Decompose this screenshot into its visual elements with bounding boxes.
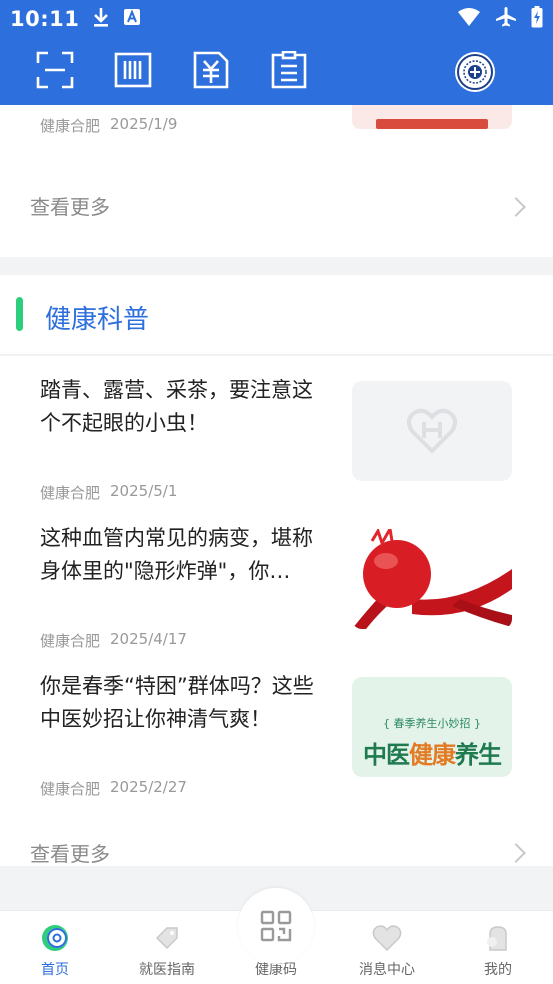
clipboard-icon [270,50,308,93]
news-card-tail: 健康合肥 2025/1/9 查看更多 [0,105,553,257]
article-list: 踏青、露营、采茶，要注意这个不起眼的小虫！ 健康合肥 2025/5/1 这种血管… [0,356,553,866]
article-date: 2025/2/27 [110,778,187,796]
prev-article-meta: 健康合肥 2025/1/9 [40,115,177,136]
article-date: 2025/1/9 [110,115,178,133]
list-item[interactable]: 踏青、露营、采茶，要注意这个不起眼的小虫！ 健康合肥 2025/5/1 [0,374,553,522]
artery-illustration [352,529,512,629]
scan-icon [36,51,74,93]
hospital-logo [455,51,495,92]
article-source: 健康合肥 [40,632,101,650]
article-thumbnail [352,529,512,629]
nav-home[interactable]: 首页 [0,911,110,984]
guide-icon [152,923,182,953]
airplane-icon [495,6,517,32]
tcm-thumb-subtitle: { 春季养生小妙招 } [383,717,481,730]
section-header: 健康科普 [0,275,553,355]
tcm-title-part: 中医 [363,741,410,769]
article-thumbnail: { 春季养生小妙招 } 中医健康养生 [352,677,512,777]
nav-label: 我的 [484,962,512,978]
nav-guide[interactable]: 就医指南 [112,911,222,984]
section-accent-bar [16,297,23,331]
see-more-news-button[interactable]: 查看更多 [0,175,553,237]
list-item[interactable]: 这种血管内常见的病变，堪称身体里的"隐形炸弹"，你… 健康合肥 2025/4/1… [0,522,553,670]
section-title: 健康科普 [45,305,150,335]
tcm-title-highlight: 健康 [409,741,456,769]
list-item[interactable]: 你是春季“特困”群体吗？这些中医妙招让你神清气爽！ 健康合肥 2025/2/27… [0,670,553,818]
article-title: 踏青、露营、采茶，要注意这个不起眼的小虫！ [40,378,313,435]
article-source: 健康合肥 [40,117,101,135]
download-icon [91,6,111,32]
home-icon [40,923,70,953]
clipboard-button[interactable] [270,50,308,93]
a-app-icon [123,8,141,30]
barcode-icon [114,51,152,93]
article-title: 这种血管内常见的病变，堪称身体里的"隐形炸弹"，你… [40,526,313,583]
see-more-label: 查看更多 [30,195,110,219]
payment-button[interactable] [192,51,230,93]
chevron-right-icon [506,197,526,217]
heart-logo-icon [407,408,457,454]
tcm-thumb-title: 中医健康养生 [352,735,512,770]
article-meta: 健康合肥 2025/4/17 [40,630,187,651]
wifi-icon [457,7,481,31]
nav-profile[interactable]: 我的 [443,911,553,984]
article-thumbnail [352,381,512,481]
tcm-title-part: 养生 [455,741,502,769]
chevron-right-icon [506,843,526,863]
nav-label: 消息中心 [359,962,415,978]
status-bar: 10:11 [0,0,553,38]
nav-messages[interactable]: 消息中心 [332,911,442,984]
qr-code-icon [260,910,292,942]
profile-icon [483,923,513,953]
article-date: 2025/4/17 [110,630,187,648]
quick-toolbar [0,38,553,105]
article-source: 健康合肥 [40,484,101,502]
nav-label: 就医指南 [139,962,195,978]
see-more-label: 查看更多 [30,842,110,866]
message-heart-icon [372,923,402,953]
payment-doc-icon [192,51,230,93]
article-meta: 健康合肥 2025/5/1 [40,482,177,503]
status-time: 10:11 [10,7,80,31]
article-title: 你是春季“特困”群体吗？这些中医妙招让你神清气爽！ [40,674,314,731]
scan-button[interactable] [36,51,74,93]
prev-article-thumbnail[interactable] [352,105,512,129]
article-date: 2025/5/1 [110,482,178,500]
see-more-science-button[interactable]: 查看更多 [0,828,553,866]
barcode-button[interactable] [114,51,152,93]
battery-charging-icon [531,6,543,32]
prev-thumb-caption-bar [376,119,488,129]
health-code-fab[interactable] [238,888,314,964]
app-header: 10:11 [0,0,553,105]
article-source: 健康合肥 [40,780,101,798]
nav-label: 首页 [41,962,69,978]
hospital-emblem-icon [457,53,493,90]
article-meta: 健康合肥 2025/2/27 [40,778,187,799]
